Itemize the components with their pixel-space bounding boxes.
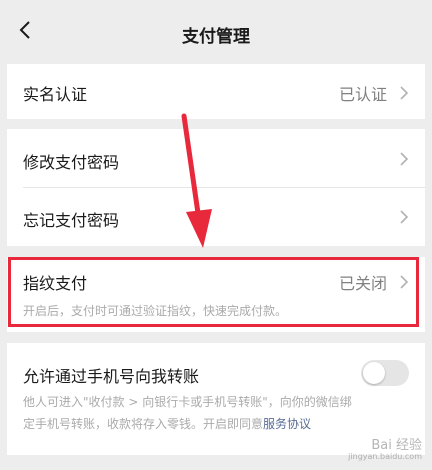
watermark: Bai 经验 jingyan.baidu.com: [302, 434, 422, 466]
highlight-box: [8, 257, 419, 327]
watermark-text: Bai 经验: [371, 438, 422, 453]
real-name-row[interactable]: 实名认证 已认证: [7, 64, 425, 119]
change-password-label: 修改支付密码: [23, 153, 120, 172]
chevron-right-icon: [400, 210, 409, 224]
description-line: 他人可进入"收付款 > 向银行卡或手机号转账"，向你的微信绑: [23, 395, 352, 409]
forgot-password-label: 忘记支付密码: [23, 211, 120, 230]
real-name-label: 实名认证: [23, 85, 88, 104]
watermark-url: jingyan.baidu.com: [348, 452, 422, 461]
description-text: 定手机号转账，收款将存入零钱。开启即同意: [23, 417, 264, 431]
chevron-right-icon: [400, 86, 409, 100]
description-line: 定手机号转账，收款将存入零钱。开启即同意服务协议: [23, 413, 409, 435]
phone-transfer-description: 他人可进入"收付款 > 向银行卡或手机号转账"，向你的微信绑 定手机号转账，收款…: [23, 391, 409, 435]
service-agreement-link[interactable]: 服务协议: [263, 417, 311, 431]
red-arrow-annotation: [181, 113, 212, 248]
real-name-status: 已认证: [338, 85, 387, 104]
phone-transfer-toggle[interactable]: [361, 360, 409, 386]
chevron-right-icon: [400, 152, 409, 166]
toggle-knob: [363, 362, 385, 384]
page-title: 支付管理: [182, 27, 250, 47]
phone-transfer-row: 允许通过手机号向我转账: [7, 343, 425, 393]
real-name-card: 实名认证 已认证: [7, 64, 425, 119]
phone-transfer-label: 允许通过手机号向我转账: [23, 367, 200, 386]
nav-bar: 支付管理: [0, 0, 432, 60]
